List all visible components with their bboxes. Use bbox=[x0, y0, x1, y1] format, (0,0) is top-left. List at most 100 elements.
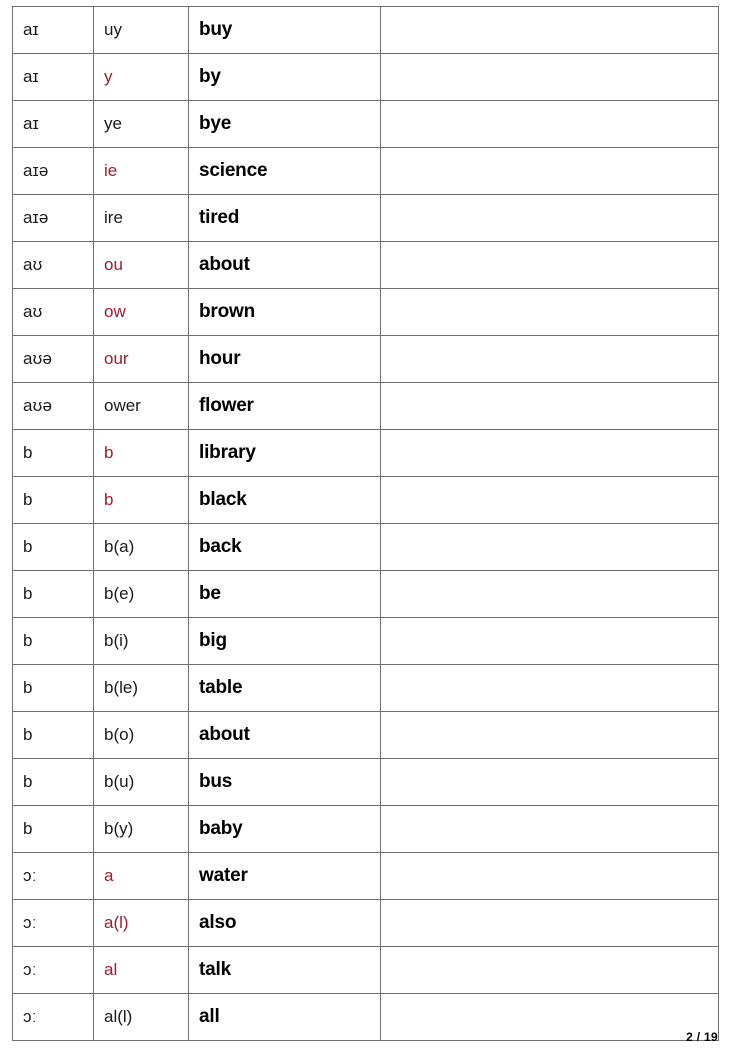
cell-example-word: tired bbox=[188, 194, 381, 242]
page-number-footer: 2 / 19 bbox=[686, 1030, 718, 1044]
cell-notes-blank bbox=[380, 100, 719, 148]
cell-spelling-pattern: b(a) bbox=[93, 523, 189, 571]
table-row: b b(y) baby bbox=[12, 805, 719, 853]
table-row: aɪ ye bye bbox=[12, 100, 719, 148]
cell-spelling-pattern: our bbox=[93, 335, 189, 383]
cell-example-word: bus bbox=[188, 758, 381, 806]
table-row: aʊ ou about bbox=[12, 241, 719, 289]
cell-example-word: baby bbox=[188, 805, 381, 853]
cell-ipa-symbol: b bbox=[12, 805, 94, 853]
table-row: b b(e) be bbox=[12, 570, 719, 618]
cell-notes-blank bbox=[380, 476, 719, 524]
cell-ipa-symbol: ɔː bbox=[12, 946, 94, 994]
cell-notes-blank bbox=[380, 899, 719, 947]
cell-notes-blank bbox=[380, 6, 719, 54]
cell-notes-blank bbox=[380, 852, 719, 900]
cell-example-word: table bbox=[188, 664, 381, 712]
cell-spelling-pattern: al bbox=[93, 946, 189, 994]
cell-spelling-pattern: ire bbox=[93, 194, 189, 242]
table-row: b b(le) table bbox=[12, 664, 719, 712]
cell-notes-blank bbox=[380, 758, 719, 806]
table-row: ɔː a water bbox=[12, 852, 719, 900]
cell-notes-blank bbox=[380, 946, 719, 994]
table-row: aʊə our hour bbox=[12, 335, 719, 383]
cell-spelling-pattern: b(y) bbox=[93, 805, 189, 853]
table-row: ɔː al talk bbox=[12, 946, 719, 994]
cell-notes-blank bbox=[380, 53, 719, 101]
cell-spelling-pattern: a(l) bbox=[93, 899, 189, 947]
cell-spelling-pattern: al(l) bbox=[93, 993, 189, 1041]
cell-spelling-pattern: ie bbox=[93, 147, 189, 195]
table-row: aɪə ire tired bbox=[12, 194, 719, 242]
pronunciation-table: aɪ uy buy aɪ y by aɪ ye bye aɪə ie science aɪə ire tir… bbox=[12, 6, 719, 1041]
cell-ipa-symbol: aɪ bbox=[12, 53, 94, 101]
cell-example-word: science bbox=[188, 147, 381, 195]
table-row: aʊ ow brown bbox=[12, 288, 719, 336]
cell-spelling-pattern: b(le) bbox=[93, 664, 189, 712]
table-row: aʊə ower flower bbox=[12, 382, 719, 430]
cell-ipa-symbol: b bbox=[12, 570, 94, 618]
table-row: aɪ uy buy bbox=[12, 6, 719, 54]
cell-example-word: all bbox=[188, 993, 381, 1041]
cell-spelling-pattern: y bbox=[93, 53, 189, 101]
cell-ipa-symbol: b bbox=[12, 523, 94, 571]
cell-example-word: back bbox=[188, 523, 381, 571]
cell-ipa-symbol: aʊə bbox=[12, 335, 94, 383]
cell-example-word: about bbox=[188, 241, 381, 289]
cell-example-word: flower bbox=[188, 382, 381, 430]
cell-ipa-symbol: aʊ bbox=[12, 288, 94, 336]
cell-example-word: by bbox=[188, 53, 381, 101]
cell-notes-blank bbox=[380, 523, 719, 571]
cell-example-word: talk bbox=[188, 946, 381, 994]
cell-example-word: also bbox=[188, 899, 381, 947]
cell-example-word: library bbox=[188, 429, 381, 477]
table-row: b b(o) about bbox=[12, 711, 719, 759]
cell-ipa-symbol: ɔː bbox=[12, 899, 94, 947]
cell-example-word: be bbox=[188, 570, 381, 618]
cell-ipa-symbol: b bbox=[12, 664, 94, 712]
cell-ipa-symbol: ɔː bbox=[12, 993, 94, 1041]
cell-ipa-symbol: aɪə bbox=[12, 147, 94, 195]
table-row: b b library bbox=[12, 429, 719, 477]
cell-example-word: about bbox=[188, 711, 381, 759]
cell-notes-blank bbox=[380, 194, 719, 242]
cell-example-word: buy bbox=[188, 6, 381, 54]
cell-example-word: brown bbox=[188, 288, 381, 336]
cell-notes-blank bbox=[380, 664, 719, 712]
cell-spelling-pattern: uy bbox=[93, 6, 189, 54]
table-row: ɔː a(l) also bbox=[12, 899, 719, 947]
cell-notes-blank bbox=[380, 382, 719, 430]
cell-ipa-symbol: aɪə bbox=[12, 194, 94, 242]
cell-spelling-pattern: ou bbox=[93, 241, 189, 289]
table-row: aɪ y by bbox=[12, 53, 719, 101]
cell-example-word: big bbox=[188, 617, 381, 665]
cell-example-word: bye bbox=[188, 100, 381, 148]
cell-notes-blank bbox=[380, 335, 719, 383]
table-row: aɪə ie science bbox=[12, 147, 719, 195]
cell-spelling-pattern: b(u) bbox=[93, 758, 189, 806]
cell-example-word: black bbox=[188, 476, 381, 524]
cell-ipa-symbol: aɪ bbox=[12, 6, 94, 54]
cell-spelling-pattern: a bbox=[93, 852, 189, 900]
cell-notes-blank bbox=[380, 570, 719, 618]
cell-notes-blank bbox=[380, 147, 719, 195]
cell-ipa-symbol: aɪ bbox=[12, 100, 94, 148]
cell-ipa-symbol: b bbox=[12, 429, 94, 477]
cell-notes-blank bbox=[380, 288, 719, 336]
cell-spelling-pattern: ow bbox=[93, 288, 189, 336]
cell-ipa-symbol: b bbox=[12, 476, 94, 524]
cell-ipa-symbol: aʊə bbox=[12, 382, 94, 430]
cell-example-word: water bbox=[188, 852, 381, 900]
cell-notes-blank bbox=[380, 617, 719, 665]
cell-spelling-pattern: ower bbox=[93, 382, 189, 430]
cell-spelling-pattern: ye bbox=[93, 100, 189, 148]
document-page: aɪ uy buy aɪ y by aɪ ye bye aɪə ie science aɪə ire tir… bbox=[0, 0, 730, 1056]
cell-ipa-symbol: b bbox=[12, 758, 94, 806]
table-row: b b(u) bus bbox=[12, 758, 719, 806]
pronunciation-table-body: aɪ uy buy aɪ y by aɪ ye bye aɪə ie science aɪə ire tir… bbox=[12, 6, 719, 1041]
table-row: b b(a) back bbox=[12, 523, 719, 571]
cell-notes-blank bbox=[380, 241, 719, 289]
cell-notes-blank bbox=[380, 711, 719, 759]
cell-notes-blank bbox=[380, 805, 719, 853]
table-row: b b(i) big bbox=[12, 617, 719, 665]
